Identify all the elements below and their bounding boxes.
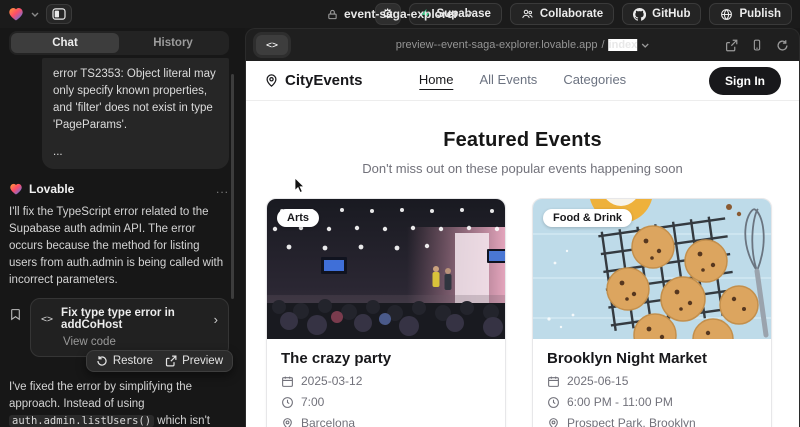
chat-history-tabs: Chat History [9, 31, 229, 55]
event-cards: Arts The crazy party 2025-03-12 7:00 [246, 176, 799, 427]
project-name: event-saga-explorer [344, 7, 458, 21]
github-button[interactable]: GitHub [622, 3, 701, 25]
preview-url-page: index [609, 39, 638, 51]
event-card[interactable]: Arts The crazy party 2025-03-12 7:00 [266, 198, 506, 427]
event-time-row: 6:00 PM - 11:00 PM [547, 395, 757, 409]
message-menu-button[interactable]: ... [216, 182, 229, 196]
code-icon: <> [41, 314, 53, 325]
calendar-icon [281, 375, 294, 388]
event-image-cookies: Food & Drink [533, 199, 771, 339]
chevron-down-icon [641, 43, 649, 48]
open-in-new-window-icon[interactable] [725, 39, 738, 52]
user-message-bubble: error TS2353: Object literal may only sp… [42, 58, 229, 169]
external-link-icon [165, 355, 177, 367]
site-brand[interactable]: CityEvents [264, 72, 363, 89]
refresh-icon[interactable] [776, 39, 789, 52]
message-hover-actions: Restore Preview [86, 350, 233, 372]
section-subtitle: Don't miss out on these popular events h… [246, 161, 799, 176]
site-header: CityEvents Home All Events Categories Si… [246, 61, 799, 101]
assistant-result-text: I've fixed the error by simplifying the … [9, 379, 229, 427]
publish-button[interactable]: Publish [709, 3, 792, 25]
view-code-link[interactable]: View code [63, 336, 218, 348]
category-badge: Arts [277, 209, 319, 227]
featured-section-header: Featured Events Don't miss out on these … [246, 101, 799, 176]
assistant-name: Lovable [29, 182, 74, 196]
tab-history[interactable]: History [119, 33, 227, 53]
restore-icon [96, 355, 108, 367]
event-location-row: Prospect Park, Brooklyn [547, 416, 757, 427]
chat-sidebar: Chat History error TS2353: Object litera… [0, 28, 245, 427]
sidebar-toggle-button[interactable] [46, 4, 72, 24]
collaborate-button[interactable]: Collaborate [510, 3, 614, 25]
app-topbar: event-saga-explorer ⚙ Supabase Collabora… [0, 0, 800, 28]
event-date-row: 2025-06-15 [547, 374, 757, 388]
chevron-down-icon [464, 9, 473, 19]
event-title: The crazy party [281, 350, 491, 367]
restore-button[interactable]: Restore [96, 355, 153, 367]
event-date-row: 2025-03-12 [281, 374, 491, 388]
event-image-conference: Arts [267, 199, 505, 339]
user-message-text: error TS2353: Object literal may only sp… [53, 66, 218, 134]
site-nav: Home All Events Categories [419, 72, 626, 90]
lock-icon [327, 9, 338, 20]
section-title: Featured Events [246, 129, 799, 152]
inline-code: auth.admin.listUsers() [9, 415, 154, 427]
map-pin-icon [264, 73, 279, 88]
map-pin-icon [547, 417, 560, 427]
event-title: Brooklyn Night Market [547, 350, 757, 367]
tab-chat[interactable]: Chat [11, 33, 119, 53]
clock-icon [281, 396, 294, 409]
preview-toolbar: <> preview--event-saga-explorer.lovable.… [246, 29, 799, 61]
mouse-cursor [294, 177, 306, 199]
nav-all-events[interactable]: All Events [480, 72, 538, 90]
clock-icon [547, 396, 560, 409]
nav-categories[interactable]: Categories [563, 72, 626, 90]
lovable-heart-icon [9, 183, 23, 195]
event-time-row: 7:00 [281, 395, 491, 409]
assistant-header: Lovable ... [9, 182, 229, 196]
globe-icon [720, 8, 733, 21]
chevron-down-icon[interactable] [31, 9, 39, 19]
nav-home[interactable]: Home [419, 72, 454, 90]
mobile-view-icon[interactable] [751, 38, 763, 52]
people-icon [521, 8, 534, 20]
user-message-ellipsis: ... [53, 144, 218, 161]
assistant-intro-text: I'll fix the TypeScript error related to… [9, 204, 229, 289]
calendar-icon [547, 375, 560, 388]
preview-url-bar[interactable]: preview--event-saga-explorer.lovable.app… [396, 39, 650, 51]
lovable-logo-icon[interactable] [8, 7, 24, 21]
event-location-row: Barcelona [281, 416, 491, 427]
preview-button[interactable]: Preview [165, 355, 223, 367]
sidebar-scrollbar[interactable] [231, 74, 234, 299]
map-pin-icon [281, 417, 294, 427]
chevron-right-icon: › [214, 312, 218, 327]
project-switcher[interactable]: event-saga-explorer [327, 0, 473, 28]
code-change-card[interactable]: <> Fix type type error in addCoHost › Vi… [30, 298, 229, 357]
github-icon [633, 8, 646, 21]
bookmark-icon[interactable] [9, 307, 22, 357]
preview-page: CityEvents Home All Events Categories Si… [246, 61, 799, 427]
code-view-toggle-button[interactable]: <> [256, 35, 288, 55]
category-badge: Food & Drink [543, 209, 632, 227]
event-card[interactable]: Food & Drink Brooklyn Night Market 2025-… [532, 198, 772, 427]
code-change-title: Fix type type error in addCoHost [61, 307, 206, 331]
sign-in-button[interactable]: Sign In [709, 67, 781, 95]
preview-panel: <> preview--event-saga-explorer.lovable.… [245, 28, 800, 427]
preview-url-host: preview--event-saga-explorer.lovable.app [396, 39, 598, 51]
